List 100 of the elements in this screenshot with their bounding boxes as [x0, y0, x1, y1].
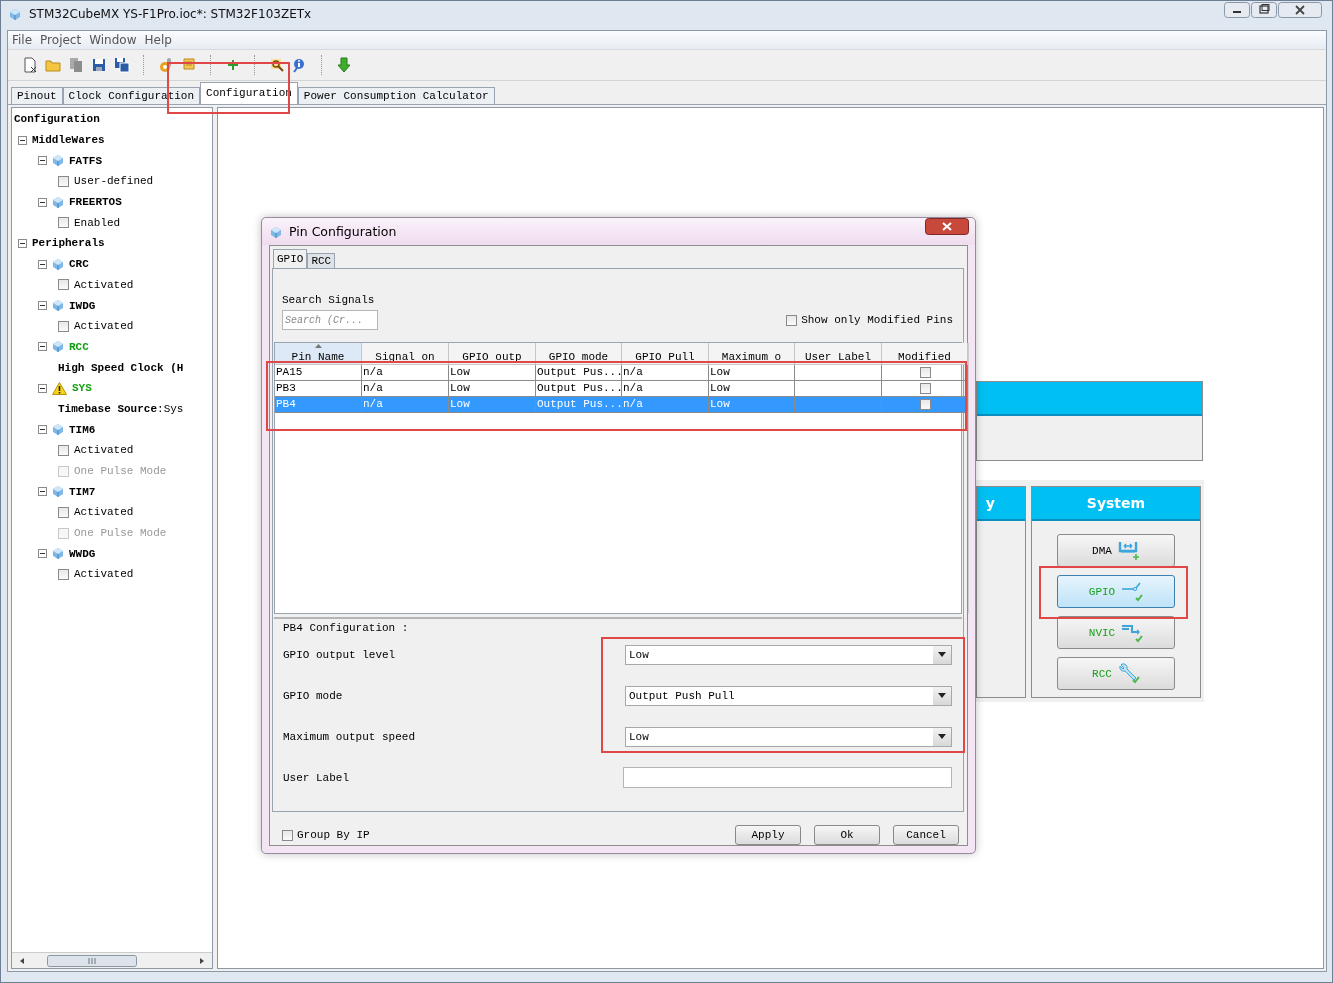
collapse-icon[interactable]	[38, 301, 47, 311]
collapse-icon[interactable]	[38, 425, 47, 435]
arrows-icon	[1121, 622, 1144, 643]
menu-item[interactable]: Help	[144, 33, 172, 47]
field-label: GPIO output level	[283, 648, 396, 661]
tree-item-label[interactable]: TIM7	[69, 485, 96, 498]
tree-item-label[interactable]: SYS	[72, 382, 92, 395]
new-file-icon[interactable]	[22, 57, 38, 73]
checkbox[interactable]	[919, 399, 931, 410]
table-cell: Low	[709, 365, 795, 381]
checkbox[interactable]	[58, 568, 69, 580]
minimize-icon[interactable]	[1224, 2, 1250, 18]
collapse-icon[interactable]	[38, 197, 47, 207]
tree-root-label: Configuration	[14, 113, 100, 126]
dropdown[interactable]: Output Push Pull	[625, 685, 952, 706]
gear-icon[interactable]	[158, 57, 174, 73]
scroll-thumb-icon[interactable]	[47, 954, 137, 967]
dropdown[interactable]: Low	[625, 726, 952, 747]
column-header[interactable]: GPIO mode	[536, 343, 622, 365]
checkbox[interactable]	[919, 383, 931, 394]
window-title: STM32CubeMX YS-F1Pro.ioc*: STM32F103ZETx	[29, 7, 312, 21]
field-label: User Label	[283, 771, 349, 784]
scrollbar[interactable]	[12, 952, 212, 968]
arrows-icon	[1117, 540, 1140, 561]
close-icon[interactable]	[925, 218, 969, 235]
checkbox[interactable]	[58, 217, 69, 229]
table-cell: PA15	[275, 365, 362, 381]
switch-icon	[1121, 581, 1144, 602]
column-header[interactable]: Pin Name	[275, 343, 362, 365]
field-label: Maximum output speed	[283, 730, 416, 743]
checkbox[interactable]	[58, 444, 69, 456]
tree-item-label[interactable]: FREERTOS	[69, 196, 122, 209]
search-icon[interactable]	[269, 57, 285, 73]
cube-icon	[270, 225, 282, 239]
left-arrow-icon[interactable]	[18, 956, 26, 965]
tree-item-label[interactable]: CRC	[69, 258, 89, 271]
system-button[interactable]: DMA	[1057, 534, 1175, 567]
menu-item[interactable]: Project	[40, 33, 82, 47]
collapse-icon[interactable]	[38, 259, 47, 269]
checkbox[interactable]	[58, 175, 69, 187]
column-header[interactable]: Maximum o	[709, 343, 795, 365]
dropdown[interactable]: Low	[625, 644, 952, 665]
collapse-icon[interactable]	[38, 342, 47, 352]
checkbox-label: Group By IP	[297, 829, 370, 841]
collapse-icon[interactable]	[38, 156, 47, 166]
tab[interactable]: Pinout	[11, 87, 63, 104]
column-header[interactable]: Signal on	[362, 343, 449, 365]
plus-icon[interactable]	[225, 57, 241, 73]
close-icon[interactable]	[1278, 2, 1322, 18]
checkbox-label: Activated	[74, 278, 134, 291]
save-all-icon[interactable]	[114, 57, 130, 73]
group-title: PB4 Configuration :	[283, 621, 410, 634]
tree-item-label[interactable]: WWDG	[69, 547, 96, 560]
checkbox[interactable]	[58, 320, 69, 332]
tree-item-label[interactable]: IWDG	[69, 299, 96, 312]
checkbox[interactable]	[282, 829, 293, 841]
collapse-icon[interactable]	[38, 383, 47, 393]
checkbox[interactable]	[58, 279, 69, 291]
dialog-button[interactable]: Apply	[735, 825, 801, 845]
tree-item-label[interactable]: RCC	[69, 340, 89, 353]
checkbox[interactable]	[786, 314, 798, 326]
collapse-icon[interactable]	[18, 135, 27, 145]
right-arrow-icon[interactable]	[198, 956, 206, 965]
collapse-icon[interactable]	[18, 238, 27, 248]
column-header[interactable]: GPIO outp	[449, 343, 536, 365]
maximize-icon[interactable]	[1251, 2, 1277, 18]
table-cell: Low	[709, 397, 795, 413]
scrollbar[interactable]	[968, 343, 969, 613]
dialog-button[interactable]: Ok	[814, 825, 880, 845]
collapse-icon[interactable]	[38, 549, 47, 559]
tree-group-label[interactable]: Peripherals	[32, 237, 105, 250]
menu-item[interactable]: Window	[89, 33, 137, 47]
checkbox-label: Activated	[74, 506, 134, 519]
table-row[interactable]: PA15 n/a Low Output Pus...n/a Low	[275, 365, 968, 381]
tab[interactable]: RCC	[307, 253, 336, 268]
tab[interactable]: GPIO	[273, 249, 308, 268]
collapse-icon[interactable]	[38, 487, 47, 497]
copy-icon[interactable]	[68, 57, 84, 73]
tab[interactable]: Power Consumption Calculator	[297, 87, 495, 104]
tree-item-label[interactable]: TIM6	[69, 423, 96, 436]
checkbox-label: Activated	[74, 568, 134, 581]
folder-icon[interactable]	[45, 57, 61, 73]
save-icon[interactable]	[91, 57, 107, 73]
panel-header: System	[1032, 487, 1200, 521]
tree-item-label[interactable]: FATFS	[69, 154, 102, 167]
dialog-button[interactable]: Cancel	[893, 825, 959, 845]
checkbox[interactable]	[58, 506, 69, 518]
menu-item[interactable]: File	[12, 33, 33, 47]
table-cell: Low	[449, 397, 536, 413]
download-icon[interactable]	[336, 57, 352, 73]
table-cell: n/a	[622, 365, 709, 381]
column-header[interactable]: GPIO Pull	[622, 343, 709, 365]
column-header[interactable]: User Label	[795, 343, 882, 365]
scroll-icon[interactable]	[181, 57, 197, 73]
search-field[interactable]: Search (Cr...	[282, 310, 378, 330]
input-field[interactable]	[623, 767, 952, 788]
tree-group-label[interactable]: MiddleWares	[32, 134, 105, 147]
table-cell: Low	[449, 365, 536, 381]
checkbox-label: User-defined	[74, 175, 154, 188]
checkbox[interactable]	[919, 367, 931, 378]
